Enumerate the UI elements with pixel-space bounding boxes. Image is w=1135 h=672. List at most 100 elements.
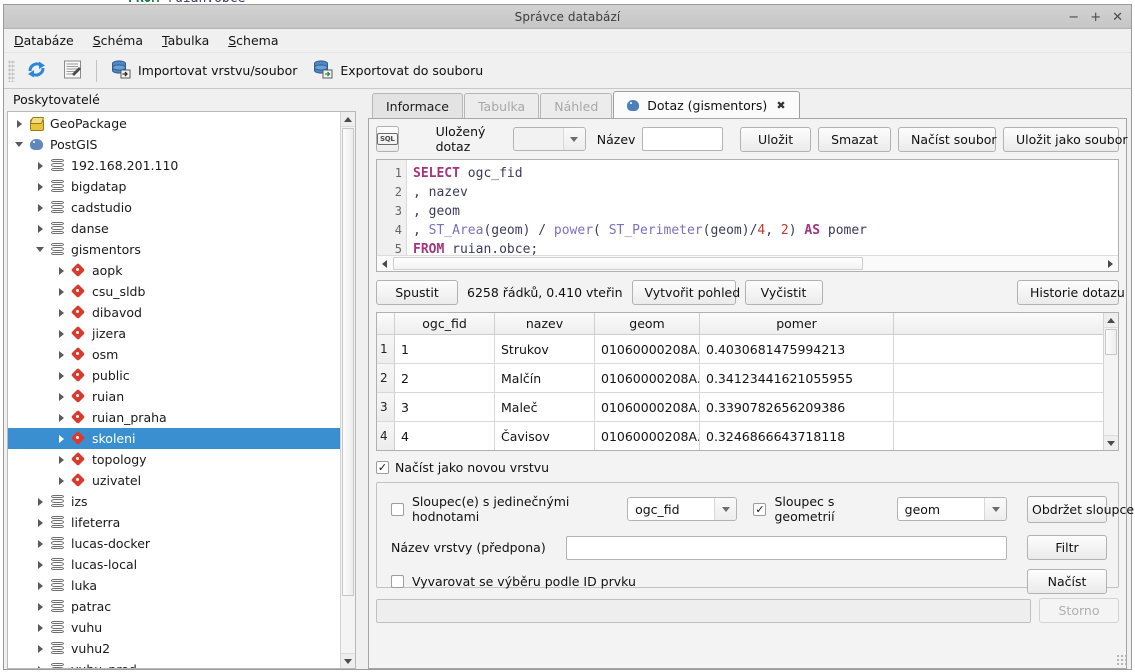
tree-item-luka[interactable]: luka [8,575,340,596]
menu-schema-en[interactable]: Schema [228,33,278,48]
tree-item-vuhu2[interactable]: vuhu2 [8,638,340,659]
clear-button[interactable]: Vyčistit [744,280,823,305]
tree-item-jizera[interactable]: jizera [8,323,340,344]
tree-expand-arrow[interactable] [15,119,24,128]
tree-expand-arrow[interactable] [57,266,66,275]
load-as-new-layer-checkbox[interactable] [376,461,389,474]
saved-query-dropdown-button[interactable] [562,128,585,150]
window-resize-grip[interactable] [1116,654,1128,666]
tree-item-public[interactable]: public [8,365,340,386]
results-scroll-down-button[interactable] [1104,435,1118,450]
import-layer-button[interactable]: Importovat vrstvu/soubor [106,58,302,84]
tree-item-patrac[interactable]: patrac [8,596,340,617]
tree-expand-arrow[interactable] [36,182,45,191]
save-query-button[interactable]: Uložit [740,126,812,152]
tree-item-uzivatel[interactable]: uzivatel [8,470,340,491]
tree-item-geopackage[interactable]: GeoPackage [8,113,340,134]
tree-expand-arrow[interactable] [57,308,66,317]
tree-item-vuhu-prod[interactable]: vuhu_prod [8,659,340,668]
minimize-icon[interactable]: − [1068,11,1079,24]
tree-expand-arrow[interactable] [36,245,45,254]
tree-expand-arrow[interactable] [36,581,45,590]
tree-expand-arrow[interactable] [36,560,45,569]
tree-scroll-up-button[interactable] [341,112,355,127]
results-row[interactable]: 1 1 Strukov 01060000208A... 0.40306814759942… [377,335,1103,364]
tree-item-lifeterra[interactable]: lifeterra [8,512,340,533]
tree-vscrollbar[interactable] [340,112,355,668]
query-history-button[interactable]: Historie dotazu [1017,280,1125,305]
tree-expand-arrow[interactable] [36,497,45,506]
geometry-column-checkbox[interactable] [753,502,767,516]
editor-hscrollbar[interactable] [377,255,1118,271]
results-scroll-up-button[interactable] [1104,313,1118,328]
tree-scroll-down-button[interactable] [341,653,355,668]
tree-expand-arrow[interactable] [57,434,66,443]
sql-button[interactable]: SQL [376,126,399,152]
tree-expand-arrow[interactable] [57,350,66,359]
menu-tabulka[interactable]: Tabulka [162,33,209,48]
cancel-button[interactable]: Storno [1039,598,1119,623]
results-scroll-thumb[interactable] [1105,329,1117,355]
editor-scroll-right-button[interactable] [1103,257,1118,271]
tree-expand-arrow[interactable] [57,329,66,338]
providers-tree[interactable]: GeoPackage PostGIS 192.168.201.110 bigdatap… [8,112,340,668]
tree-item-bigdatap[interactable]: bigdatap [8,176,340,197]
results-col-ogc_fid[interactable]: ogc_fid [395,313,495,334]
tree-item-csu-sldb[interactable]: csu_sldb [8,281,340,302]
results-row[interactable]: 2 2 Malčín 01060000208A... 0.341234416210559… [377,364,1103,393]
load-file-button[interactable]: Načíst soubor [898,126,997,152]
tab-informace[interactable]: Informace [372,93,463,118]
load-as-new-layer-row[interactable]: Načíst jako novou vrstvu [376,460,1119,475]
results-col-nazev[interactable]: nazev [495,313,595,334]
avoid-feature-id-checkbox[interactable] [391,575,404,588]
maximize-icon[interactable]: + [1090,11,1101,24]
layer-name-input[interactable] [565,535,1007,560]
load-button[interactable]: Načíst [1027,569,1107,594]
get-columns-button[interactable]: Obdržet sloupce [1027,495,1134,523]
tab-dotaz-gismentors[interactable]: Dotaz (gismentors) ✖ [613,91,800,118]
tree-expand-arrow[interactable] [57,287,66,296]
geometry-column-dropdown-button[interactable] [984,498,1006,520]
results-table[interactable]: ogc_fid nazev geom pomer 1 1 Strukov 010600… [377,313,1103,450]
tree-expand-arrow[interactable] [36,644,45,653]
tree-expand-arrow[interactable] [57,392,66,401]
results-col-geom[interactable]: geom [595,313,700,334]
tree-item-topology[interactable]: topology [8,449,340,470]
sql-window-button[interactable] [58,58,87,84]
unique-column-combo[interactable]: ogc_fid [627,497,738,521]
tree-item-izs[interactable]: izs [8,491,340,512]
tree-expand-arrow[interactable] [15,140,24,149]
tree-expand-arrow[interactable] [36,224,45,233]
menu-databaze[interactable]: Databáze [14,33,74,48]
editor-code[interactable]: SELECT ogc_fid , nazev , geom , ST_Area(… [407,160,1118,255]
tree-expand-arrow[interactable] [36,161,45,170]
results-body[interactable]: 1 1 Strukov 01060000208A... 0.40306814759942… [377,335,1103,450]
results-row[interactable]: 3 3 Maleč 01060000208A... 0.3390782656209386 [377,393,1103,422]
tree-expand-arrow[interactable] [36,665,45,668]
tree-expand-arrow[interactable] [36,203,45,212]
delete-query-button[interactable]: Smazat [818,126,891,152]
results-vscrollbar[interactable] [1103,313,1118,450]
tree-item-aopk[interactable]: aopk [8,260,340,281]
tree-expand-arrow[interactable] [36,539,45,548]
tree-item-postgis[interactable]: PostGIS [8,134,340,155]
tree-item-vuhu[interactable]: vuhu [8,617,340,638]
tree-expand-arrow[interactable] [57,371,66,380]
tree-item-ruian[interactable]: ruian [8,386,340,407]
close-icon[interactable]: ✕ [1112,11,1123,24]
tree-scroll-thumb[interactable] [342,128,354,596]
tree-item-osm[interactable]: osm [8,344,340,365]
tree-expand-arrow[interactable] [36,602,45,611]
saved-query-combo[interactable] [512,127,586,151]
tree-expand-arrow[interactable] [57,455,66,464]
sql-editor[interactable]: 1 2 3 4 5 SELECT ogc_fid , nazev , geom , ST… [377,160,1118,255]
export-to-file-button[interactable]: Exportovat do souboru [308,58,488,84]
query-name-input[interactable] [642,127,724,151]
tree-expand-arrow[interactable] [36,518,45,527]
tree-item-dibavod[interactable]: dibavod [8,302,340,323]
editor-scroll-thumb[interactable] [393,257,863,270]
run-button[interactable]: Spustit [376,280,458,305]
tree-item-skoleni[interactable]: skoleni [8,428,340,449]
toolbar-grip[interactable] [8,59,15,82]
tree-item-cadstudio[interactable]: cadstudio [8,197,340,218]
